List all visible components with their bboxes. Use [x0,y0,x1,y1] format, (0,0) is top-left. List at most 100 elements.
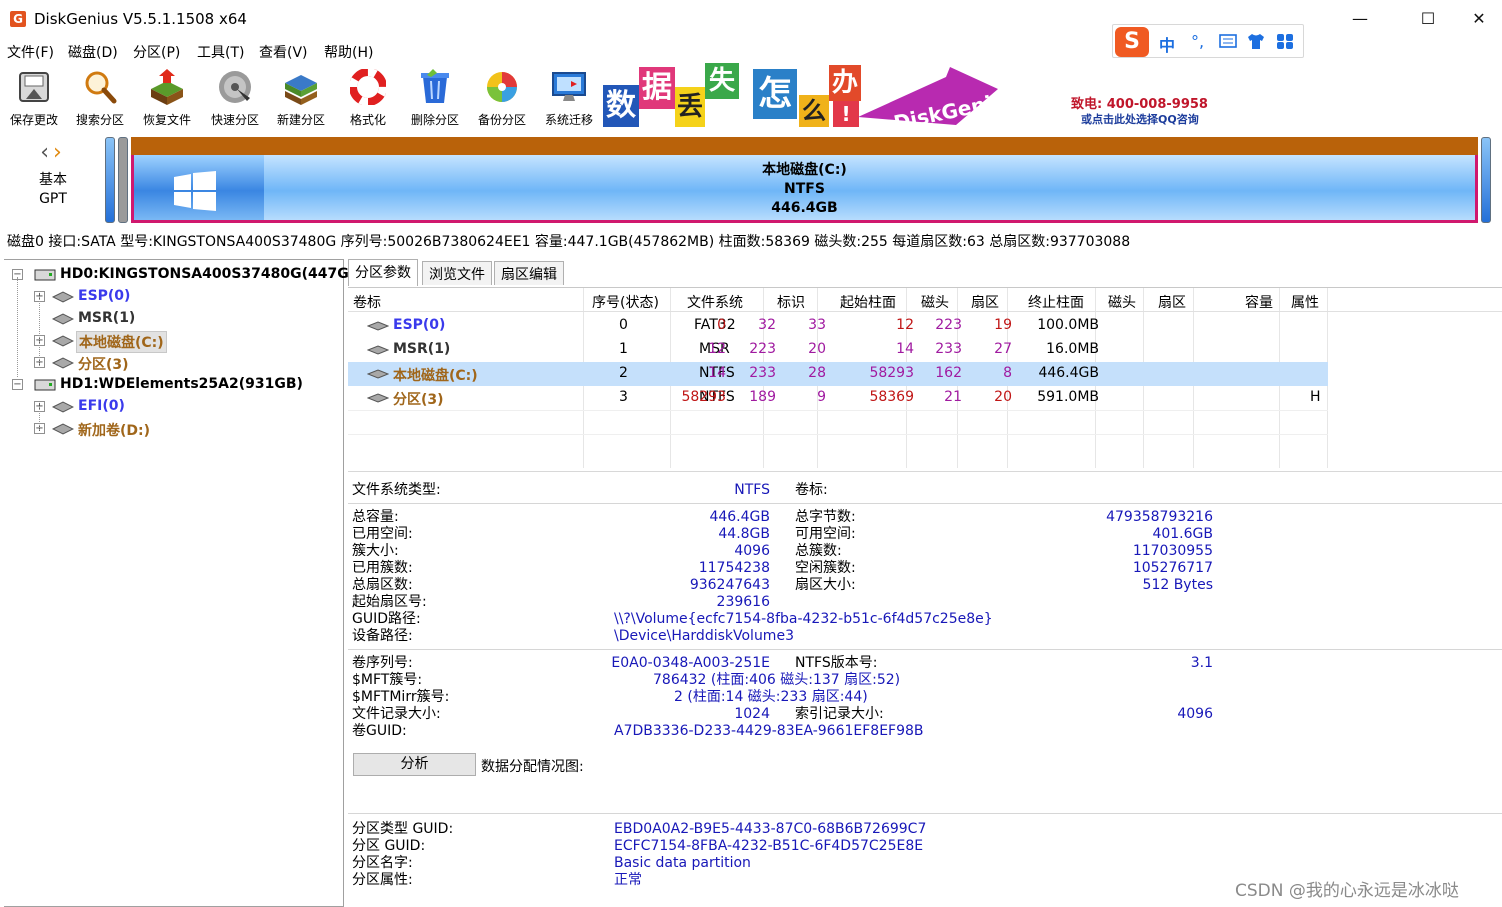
menu-disk[interactable]: 磁盘(D) [68,42,118,62]
system-migration-button[interactable]: 系统迁移 [537,63,601,131]
prev-disk-arrow-icon[interactable]: ‹ [40,140,53,165]
banner-char: ! [833,101,859,127]
device-path-value: \Device\HarddiskVolume3 [614,628,794,644]
tab-partition-params[interactable]: 分区参数 [348,259,418,286]
partition-icon [52,291,74,303]
col-id[interactable]: 标识 [777,292,805,312]
partition-block-esp[interactable] [105,137,115,223]
table-row[interactable]: MSR(1) 1 MSR 12 223 20 14 233 27 16.0MB [348,338,1328,362]
partition-block-3[interactable] [1481,137,1491,223]
col-filesystem[interactable]: 文件系统 [687,292,743,312]
cell-attr: H [1310,389,1321,405]
shirt-icon[interactable] [1247,33,1265,50]
tree-node-d[interactable]: + 新加卷(D:) [34,419,334,439]
col-index[interactable]: 序号(状态) [592,292,659,312]
cell-end-cyl: 12 [896,317,914,333]
col-attr[interactable]: 属性 [1291,292,1319,312]
col-end-head[interactable]: 磁头 [1108,292,1136,312]
table-row[interactable]: 分区(3) 3 NTFS 58293 189 9 58369 21 20 591… [348,386,1328,410]
volume-guid-value: A7DB3336-D233-4429-83EA-9661EF8EF98B [614,723,924,739]
col-start-head[interactable]: 磁头 [921,292,949,312]
ntfs-version-label: NTFS版本号: [795,655,878,671]
menu-partition[interactable]: 分区(P) [133,42,180,62]
delete-partition-button[interactable]: 删除分区 [403,63,467,131]
cell-start-head: 189 [749,389,776,405]
menu-view[interactable]: 查看(V) [259,42,308,62]
mft-cluster-value: 786432 (柱面:406 磁头:137 扇区:52) [653,672,901,688]
disk-platter-icon [219,71,251,103]
partition-type-guid-value: EBD0A0A2-B9E5-4433-87C0-68B6B72699C7 [614,821,927,837]
partition-icon [52,335,74,347]
col-end-sector[interactable]: 扇区 [1158,292,1186,312]
banner-qq-link[interactable]: 或点击此处选择QQ咨询 [1081,111,1199,127]
recover-files-icon [151,69,183,105]
ime-chinese-mode[interactable]: 中 [1159,32,1175,56]
col-volume-label[interactable]: 卷标 [353,292,381,312]
backup-partition-button[interactable]: 备份分区 [470,63,534,131]
next-disk-arrow-icon[interactable]: › [53,140,66,165]
cell-capacity: 591.0MB [1037,389,1099,405]
separator [348,649,1502,650]
col-start-sector[interactable]: 扇区 [971,292,999,312]
total-capacity-value: 446.4GB [709,509,770,525]
tree-label: 分区(3) [78,357,129,373]
tree-node-efi[interactable]: + EFI(0) [34,397,334,417]
analyze-button[interactable]: 分析 [353,753,476,776]
disk-tree[interactable]: − HD0:KINGSTONSA400S37480G(447GB + ESP(0… [4,259,359,907]
col-start-cyl[interactable]: 起始柱面 [840,292,896,312]
quick-partition-button[interactable]: 快速分区 [203,63,267,131]
tab-sector-editor[interactable]: 扇区编辑 [494,261,564,285]
col-capacity[interactable]: 容量 [1245,292,1273,312]
table-row-selected[interactable]: 本地磁盘(C:) 2 NTFS 14 233 28 58293 162 8 44… [348,362,1328,386]
cell-name: MSR(1) [393,341,451,357]
table-row[interactable]: ESP(0) 0 FAT32 0 32 33 12 223 19 100.0MB [348,314,1328,338]
menu-bar: 文件(F) 磁盘(D) 分区(P) 工具(T) 查看(V) 帮助(H) [0,38,1100,62]
collapse-icon[interactable]: − [12,379,23,390]
disk-nav: ‹› 基本 GPT [30,140,76,208]
system-migration-label: 系统迁移 [544,113,593,127]
tree-node-msr[interactable]: MSR(1) [34,309,334,329]
trash-icon [421,69,449,103]
tree-node-esp[interactable]: + ESP(0) [34,287,334,307]
tab-browse-files[interactable]: 浏览文件 [422,261,492,285]
cell-index: 2 [619,365,628,381]
volume-guid-label: 卷GUID: [352,723,407,739]
volume-serial-value: E0A0-0348-A003-251E [611,655,770,671]
cell-end-head: 223 [935,317,962,333]
keyboard-icon[interactable] [1219,34,1237,48]
partition-guid-label: 分区 GUID: [352,838,426,854]
menu-help[interactable]: 帮助(H) [324,42,373,62]
ime-punct-mode[interactable]: °, [1191,32,1204,51]
tree-node-c[interactable]: + 本地磁盘(C:) [34,331,334,353]
grid-icon[interactable] [1276,33,1294,50]
save-changes-label: 保存更改 [9,113,58,127]
menu-tools[interactable]: 工具(T) [197,42,244,62]
partition-block-msr[interactable] [118,137,128,223]
tree-label: HD1:WDElements25A2(931GB) [60,376,303,392]
save-icon [19,72,49,102]
tree-label: 本地磁盘(C:) [76,331,167,353]
search-partition-button[interactable]: 搜索分区 [68,63,132,131]
tree-node-part3[interactable]: + 分区(3) [34,353,334,373]
ime-toolbar[interactable]: S 中 °, [1112,24,1304,58]
total-clusters-value: 117030955 [1132,543,1213,559]
sector-size-value: 512 Bytes [1142,577,1213,593]
fs-type-label: 文件系统类型: [352,482,441,498]
new-partition-button[interactable]: 新建分区 [269,63,333,131]
app-icon: G [10,11,26,27]
menu-file[interactable]: 文件(F) [7,42,54,62]
toolbar: 保存更改 搜索分区 恢复文件 快速分区 新建分区 格式化 删除分区 备份分区 系… [0,63,600,131]
tree-node-hd1[interactable]: − HD1:WDElements25A2(931GB) [12,375,344,395]
recover-files-button[interactable]: 恢复文件 [135,63,199,131]
close-button[interactable]: ✕ [1456,0,1502,38]
tree-label: 新加卷(D:) [78,423,151,439]
tree-node-hd0[interactable]: − HD0:KINGSTONSA400S37480G(447GB [12,265,359,285]
cell-start-head: 233 [749,365,776,381]
maximize-button[interactable]: ☐ [1405,0,1451,38]
col-end-cyl[interactable]: 终止柱面 [1028,292,1084,312]
save-changes-button[interactable]: 保存更改 [2,63,66,131]
banner-ad[interactable]: 数 据 丢 失 怎 么 办 ! DiskGenius 团队为您服务 致电: 40… [603,63,1214,129]
format-button[interactable]: 格式化 [336,63,400,131]
minimize-button[interactable]: — [1337,0,1383,38]
partition-block-c[interactable]: 本地磁盘(C:) NTFS 446.4GB [131,137,1478,223]
